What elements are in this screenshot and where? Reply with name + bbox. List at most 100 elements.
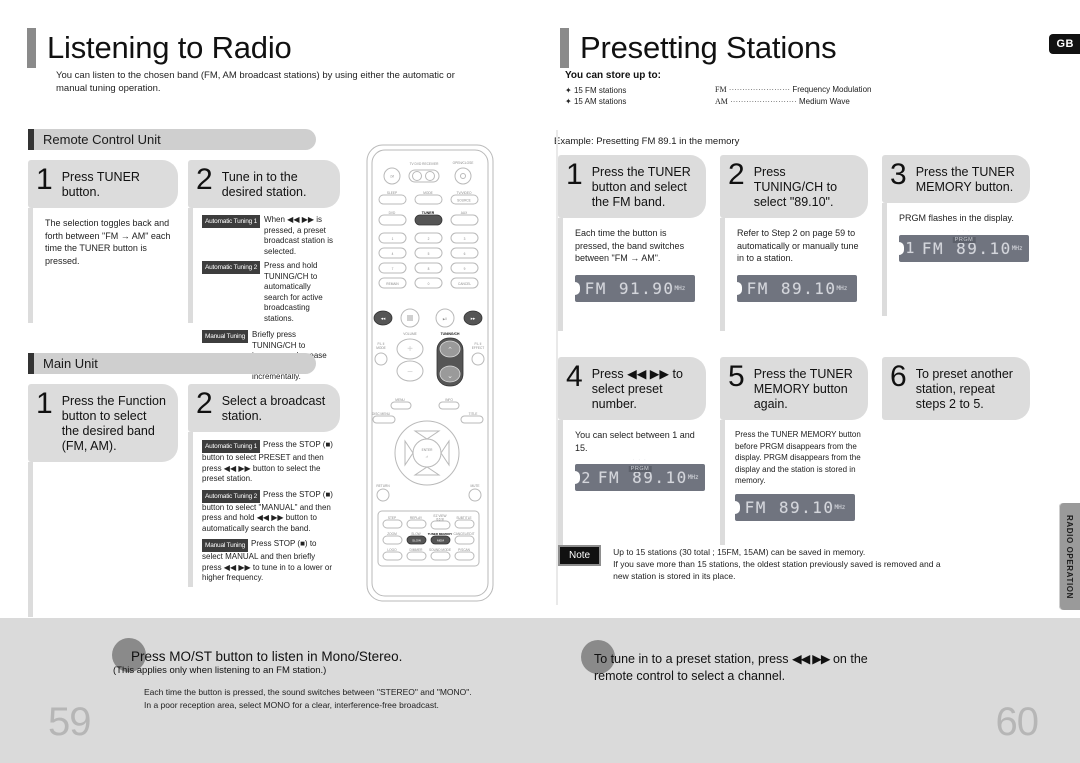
section-header-remote-control-unit: Remote Control Unit — [28, 129, 316, 150]
step-number: 2 — [196, 387, 213, 420]
lcd-unit: MHz — [674, 284, 686, 292]
svg-text:⏻/I: ⏻/I — [390, 175, 394, 179]
store-item: ✦ 15 FM stations — [565, 86, 627, 95]
manual-page-spread: Listening to Radio You can listen to the… — [0, 0, 1080, 763]
lcd-unit: MHz — [836, 284, 848, 292]
lcd-preset-number: 1 — [905, 239, 916, 257]
svg-text:VOLUME: VOLUME — [403, 332, 416, 336]
svg-text:MODE: MODE — [423, 191, 433, 195]
svg-text:SUBTITLE: SUBTITLE — [456, 516, 471, 520]
step-number: 6 — [890, 360, 907, 393]
svg-text:REPLAY: REPLAY — [410, 516, 423, 520]
tuning-text: When ◀◀ ▶▶ is pressed, a preset broadcas… — [264, 215, 333, 256]
section-header-label: Remote Control Unit — [34, 129, 316, 150]
svg-text:EFFECT: EFFECT — [472, 346, 484, 350]
step-body: You can select between 1 and 15. ˙ ˙ ˙ P… — [558, 420, 706, 545]
lcd-display: ˙ ˙ ˙ PRGM 2 FM 89.10 MHz — [575, 460, 705, 491]
step-head: 1 Press TUNER button. — [28, 160, 178, 208]
tuning-row: Automatic Tuning 1 When ◀◀ ▶▶ is pressed… — [202, 215, 334, 257]
step-head: 3 Press the TUNER MEMORY button. — [882, 155, 1030, 203]
step-head: 4 Press ◀◀ ▶▶ to select preset number. — [558, 357, 706, 420]
svg-text:▶II: ▶II — [443, 317, 447, 321]
step-head: 2 Tune in to the desired station. — [188, 160, 340, 208]
tuning-tag: Automatic Tuning 1 — [202, 440, 261, 453]
lcd-frequency: 89.10 — [778, 497, 835, 517]
prgm-indicator: PRGM — [628, 466, 652, 472]
band-definition: FM ······················· Frequency Mod… — [715, 84, 871, 96]
section-header-main-unit: Main Unit — [28, 353, 316, 374]
svg-text:MUTE: MUTE — [470, 484, 479, 488]
footer-line-1: To tune in to a preset station, press ◀◀… — [594, 651, 868, 666]
svg-text:3: 3 — [464, 237, 466, 241]
tuning-text: Press and hold TUNING/CH to automaticall… — [264, 261, 323, 323]
lcd-band: FM — [921, 238, 945, 258]
lcd-band: FM — [744, 497, 767, 517]
step-number: 4 — [566, 360, 583, 393]
page-gutter-divider — [556, 130, 558, 605]
svg-text:−: − — [407, 367, 413, 378]
band-meaning: Medium Wave — [798, 97, 850, 106]
step-number: 1 — [566, 158, 583, 191]
dot-leader: ························· — [730, 97, 797, 106]
step-description: Press the TUNER MEMORY button before PRG… — [735, 430, 861, 485]
svg-text:2: 2 — [428, 237, 430, 241]
tuning-tag: Manual Tuning — [202, 539, 249, 552]
svg-text:REMAIN: REMAIN — [386, 282, 399, 286]
footer-body-line-1: Each time the button is pressed, the sou… — [144, 687, 472, 697]
footer-text-a: To tune in to a preset station, press — [594, 652, 789, 666]
step-description: PRGM flashes in the display. — [899, 213, 1014, 223]
step-description: Each time the button is pressed, the ban… — [575, 228, 685, 263]
step-number: 2 — [196, 163, 213, 196]
step-box-mu-2: 2 Select a broadcast station. Automatic … — [188, 384, 340, 587]
left-footer-band: Press MO/ST button to listen in Mono/Ste… — [0, 618, 540, 763]
step-title: Press the Function button to select the … — [61, 394, 166, 453]
dot-leader: ······················· — [728, 85, 791, 94]
step-title: Press TUNING/CH to select "89.10". — [753, 165, 838, 209]
step-body: The selection toggles back and forth bet… — [28, 208, 178, 323]
step-head: 1 Press the Function button to select th… — [28, 384, 178, 462]
side-tab-radio-operation: RADIO OPERATION — [1059, 503, 1080, 610]
note-line-3: new station is stored in its place. — [613, 571, 736, 581]
tuning-row: Automatic Tuning 2 Press and hold TUNING… — [202, 261, 334, 324]
svg-text:MODE: MODE — [376, 346, 386, 350]
step-title: Press the TUNER MEMORY button again. — [753, 367, 853, 411]
step-body: Automatic Tuning 1 When ◀◀ ▶▶ is pressed… — [188, 208, 340, 381]
svg-text:SLEEP: SLEEP — [387, 191, 397, 195]
note-line-2: If you save more than 15 stations, the o… — [613, 559, 941, 569]
note-label: Note — [558, 545, 602, 566]
store-item: ✦ 15 AM stations — [565, 97, 627, 106]
step-number: 2 — [728, 158, 745, 191]
svg-text:DIMMER: DIMMER — [410, 548, 424, 552]
svg-text:0: 0 — [428, 282, 430, 286]
lcd-frequency: 91.90 — [618, 278, 675, 298]
step-head: 6 To preset another station, repeat step… — [882, 357, 1030, 420]
prgm-indicator: PRGM — [952, 236, 976, 243]
step-body: Refer to Step 2 on page 59 to automatica… — [720, 218, 868, 331]
band-abbr: AM — [715, 97, 728, 106]
svg-text:9: 9 — [464, 267, 466, 271]
lcd-frequency: 89.10 — [780, 278, 837, 298]
svg-text:6: 6 — [464, 252, 466, 256]
left-page-title-row: Listening to Radio — [27, 28, 497, 68]
svg-text:◀◀: ◀◀ — [381, 317, 386, 321]
skip-buttons-icon: ◀◀ ▶▶ — [792, 651, 830, 666]
step-body: Each time the button is pressed, the ban… — [558, 218, 706, 331]
step-title: Tune in to the desired station. — [221, 170, 307, 199]
tuning-tag: Automatic Tuning 1 — [202, 215, 261, 228]
step-box-ps-4: 4 Press ◀◀ ▶▶ to select preset number. Y… — [558, 357, 706, 545]
tuning-row: Manual Tuning Press STOP (■) to select MA… — [202, 539, 334, 584]
lcd-display: FM 91.90 MHz — [575, 274, 695, 302]
step-number: 1 — [36, 163, 53, 196]
svg-text:AUX: AUX — [461, 211, 468, 215]
step-box-rc-1: 1 Press TUNER button. The selection togg… — [28, 160, 178, 323]
svg-text:CANCEL/EDIT: CANCEL/EDIT — [453, 532, 474, 536]
svg-text:4: 4 — [392, 252, 394, 256]
step-description: The selection toggles back and forth bet… — [45, 218, 171, 266]
step-title: Select a broadcast station. — [221, 394, 326, 423]
step-number: 5 — [728, 360, 745, 393]
page-title: Presetting Stations — [580, 30, 837, 65]
step-box-ps-6: 6 To preset another station, repeat step… — [882, 357, 1030, 420]
svg-text:SLOW: SLOW — [412, 539, 421, 543]
example-caption: Example: Presetting FM 89.1 in the memor… — [554, 136, 740, 147]
band-meaning: Frequency Modulation — [792, 85, 872, 94]
